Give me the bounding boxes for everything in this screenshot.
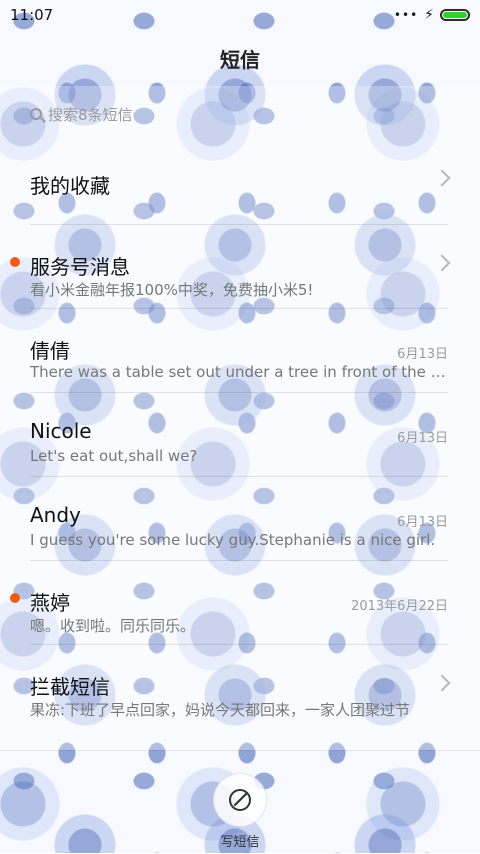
- conversation-preview: 看小米金融年报100%中奖，免费抽小米5!: [30, 281, 314, 299]
- conversation-name: 服务号消息: [30, 255, 130, 279]
- conversation-item[interactable]: 倩倩 There was a table set out under a tree…: [30, 308, 448, 392]
- page-title: 短信: [220, 47, 260, 72]
- conversation-item[interactable]: 服务号消息看小米金融年报100%中奖，免费抽小米5!: [10, 224, 451, 308]
- chevron-right-icon: [433, 674, 451, 692]
- conversation-area: 搜索8条短信 我的收藏 服务号消息 看小米金融年报100%中奖，免费抽小米5! 倩倩 T…: [0, 86, 480, 750]
- conversation-item[interactable]: 我的收藏: [30, 140, 451, 224]
- signal-dots-icon: •••: [393, 8, 419, 22]
- chevron-right-icon: [433, 169, 451, 187]
- title-bar: 短信: [0, 30, 480, 86]
- conversation-preview: There was a table set out under a tree i…: [30, 363, 448, 381]
- conversation-date: 6月13日: [397, 515, 448, 530]
- conversation-item[interactable]: 燕婷嗯。收到啦。同乐同乐。 2013年6月22日: [10, 560, 448, 644]
- conversation-date: 6月13日: [397, 431, 448, 446]
- search-input[interactable]: 搜索8条短信: [30, 100, 448, 128]
- search-icon: [30, 108, 42, 120]
- battery-icon: [440, 9, 470, 21]
- conversation-date: 2013年6月22日: [351, 599, 448, 614]
- conversation-name: Andy: [30, 503, 81, 527]
- chevron-right-icon: [433, 254, 451, 272]
- conversation-name: 燕婷: [30, 591, 70, 615]
- status-time: 11:07: [10, 6, 54, 24]
- unread-dot-icon: [10, 257, 20, 267]
- compose-label: 写短信: [220, 835, 260, 850]
- conversation-item[interactable]: Nicole Let's eat out,shall we? 6月13日: [30, 392, 448, 476]
- search-placeholder: 搜索8条短信: [48, 105, 133, 124]
- conversation-preview: 嗯。收到啦。同乐同乐。: [30, 617, 196, 635]
- status-bar: 11:07 ••• ⚡: [0, 0, 480, 30]
- bolt-icon: ⚡: [424, 7, 434, 23]
- conversation-preview: I guess you're some lucky guy.Stephanie …: [30, 531, 436, 549]
- unread-dot-icon: [10, 593, 20, 603]
- conversation-name: Nicole: [30, 419, 92, 443]
- conversation-item[interactable]: 拦截短信果冻:下班了早点回家，妈说今天都回来，一家人团聚过节: [30, 644, 451, 728]
- conversation-date: 6月13日: [397, 347, 448, 362]
- conversation-item[interactable]: Andy I guess you're some lucky guy.Stepha…: [30, 476, 448, 560]
- compose-icon: [229, 789, 251, 811]
- conversation-name: 拦截短信: [30, 675, 110, 699]
- compose-button[interactable]: [213, 773, 267, 827]
- bottom-bar: 写短信: [0, 750, 480, 854]
- status-icons: ••• ⚡: [394, 7, 470, 23]
- conversation-name: 倩倩: [30, 339, 70, 363]
- conversation-preview: 果冻:下班了早点回家，妈说今天都回来，一家人团聚过节: [30, 701, 411, 719]
- conversation-preview: Let's eat out,shall we?: [30, 447, 198, 465]
- conversation-name: 我的收藏: [30, 174, 110, 198]
- conversation-list: 我的收藏 服务号消息 看小米金融年报100%中奖，免费抽小米5! 倩倩 There wa…: [0, 140, 480, 728]
